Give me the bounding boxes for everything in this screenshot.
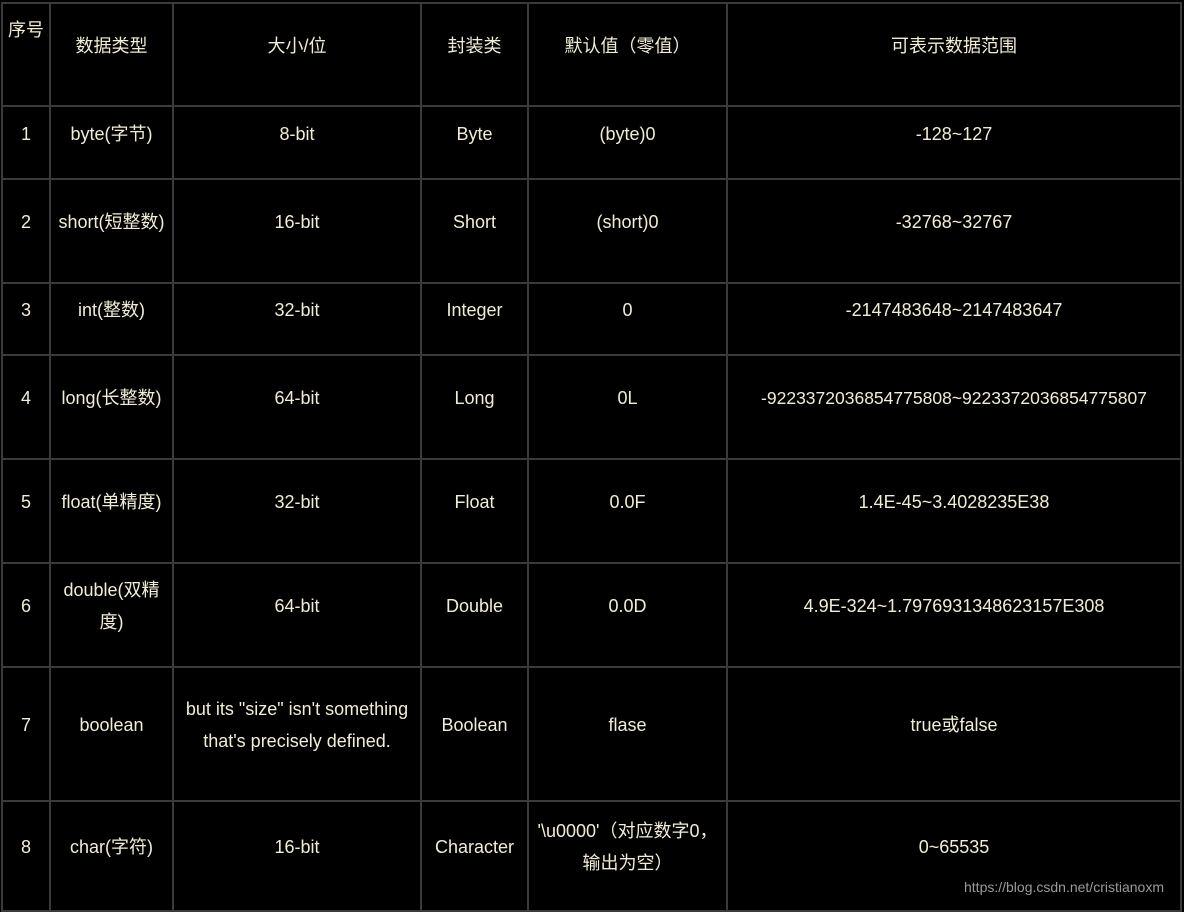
cell-default: 0.0D [527, 562, 728, 668]
cell-size: 32-bit [172, 282, 422, 356]
cell-default: (byte)0 [527, 105, 728, 180]
cell-size: but its "size" isn't something that's pr… [172, 666, 422, 802]
table-row: 5 float(单精度) 32-bit Float 0.0F 1.4E-45~3… [1, 458, 1182, 564]
cell-type: short(短整数) [49, 178, 174, 284]
cell-type: boolean [49, 666, 174, 802]
cell-type: double(双精度) [49, 562, 174, 668]
cell-type: byte(字节) [49, 105, 174, 180]
cell-wrapper: Character [420, 800, 529, 912]
header-default: 默认值（零值） [527, 2, 728, 107]
header-range: 可表示数据范围 [726, 2, 1182, 107]
cell-type: char(字符) [49, 800, 174, 912]
cell-wrapper: Integer [420, 282, 529, 356]
cell-range: -2147483648~2147483647 [726, 282, 1182, 356]
table-row: 1 byte(字节) 8-bit Byte (byte)0 -128~127 [1, 105, 1182, 180]
header-wrapper: 封装类 [420, 2, 529, 107]
cell-type: float(单精度) [49, 458, 174, 564]
cell-wrapper: Byte [420, 105, 529, 180]
header-row: 序号 数据类型 大小/位 封装类 默认值（零值） 可表示数据范围 [1, 2, 1182, 107]
table-row: 4 long(长整数) 64-bit Long 0L -922337203685… [1, 354, 1182, 460]
table-row: 7 boolean but its "size" isn't something… [1, 666, 1182, 802]
table-row: 2 short(短整数) 16-bit Short (short)0 -3276… [1, 178, 1182, 284]
cell-seq: 8 [1, 800, 51, 912]
watermark: https://blog.csdn.net/cristianoxm [964, 879, 1164, 895]
cell-default: '\u0000'（对应数字0，输出为空） [527, 800, 728, 912]
java-primitive-types-table: 序号 数据类型 大小/位 封装类 默认值（零值） 可表示数据范围 1 byte(… [1, 2, 1182, 912]
cell-seq: 3 [1, 282, 51, 356]
cell-seq: 4 [1, 354, 51, 460]
cell-range: 4.9E-324~1.7976931348623157E308 [726, 562, 1182, 668]
cell-size: 8-bit [172, 105, 422, 180]
cell-type: long(长整数) [49, 354, 174, 460]
header-size: 大小/位 [172, 2, 422, 107]
table-row: 6 double(双精度) 64-bit Double 0.0D 4.9E-32… [1, 562, 1182, 668]
header-seq: 序号 [1, 2, 51, 107]
cell-size: 64-bit [172, 354, 422, 460]
cell-seq: 7 [1, 666, 51, 802]
cell-size: 64-bit [172, 562, 422, 668]
cell-range: true或false [726, 666, 1182, 802]
cell-wrapper: Long [420, 354, 529, 460]
cell-size: 32-bit [172, 458, 422, 564]
cell-seq: 6 [1, 562, 51, 668]
table-row: 3 int(整数) 32-bit Integer 0 -2147483648~2… [1, 282, 1182, 356]
cell-wrapper: Float [420, 458, 529, 564]
cell-wrapper: Short [420, 178, 529, 284]
cell-seq: 1 [1, 105, 51, 180]
cell-wrapper: Double [420, 562, 529, 668]
cell-default: flase [527, 666, 728, 802]
cell-default: 0.0F [527, 458, 728, 564]
cell-size: 16-bit [172, 178, 422, 284]
cell-default: 0 [527, 282, 728, 356]
cell-range: -128~127 [726, 105, 1182, 180]
cell-default: (short)0 [527, 178, 728, 284]
cell-seq: 2 [1, 178, 51, 284]
cell-default: 0L [527, 354, 728, 460]
cell-seq: 5 [1, 458, 51, 564]
cell-range: 1.4E-45~3.4028235E38 [726, 458, 1182, 564]
header-data-type: 数据类型 [49, 2, 174, 107]
cell-type: int(整数) [49, 282, 174, 356]
cell-range: -9223372036854775808~9223372036854775807 [726, 354, 1182, 460]
cell-range: -32768~32767 [726, 178, 1182, 284]
cell-wrapper: Boolean [420, 666, 529, 802]
cell-size: 16-bit [172, 800, 422, 912]
